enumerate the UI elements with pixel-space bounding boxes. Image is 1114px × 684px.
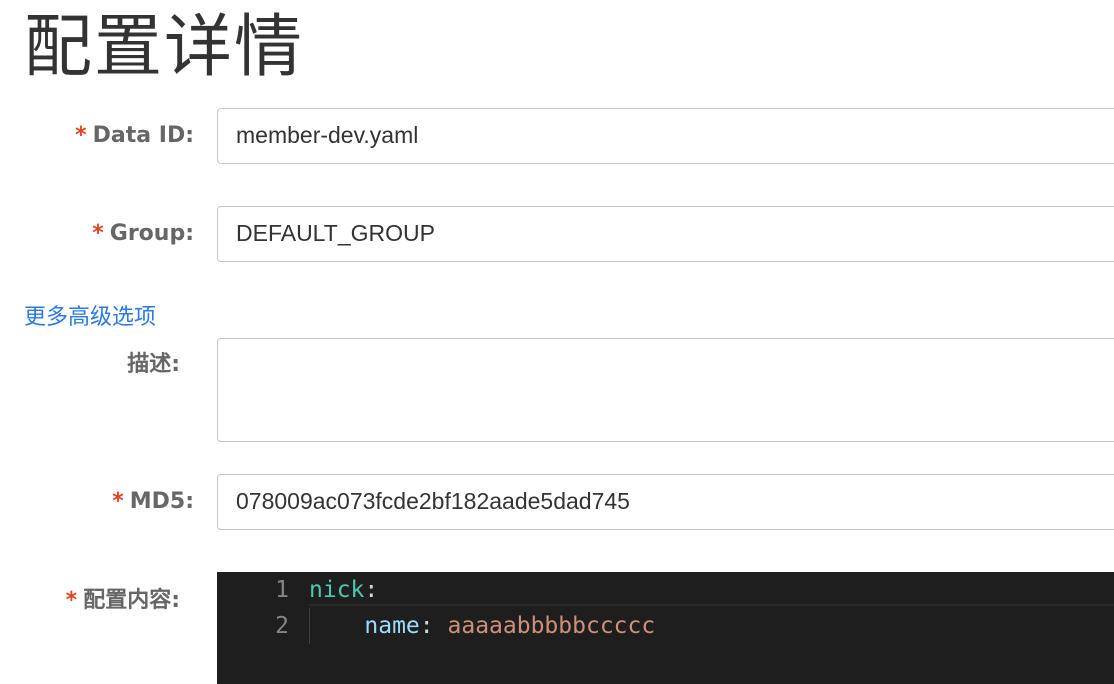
md5-value: 078009ac073fcde2bf182aade5dad745 bbox=[236, 488, 630, 514]
code-line[interactable]: name: aaaaabbbbbccccc bbox=[309, 608, 655, 644]
yaml-string-value: aaaaabbbbbccccc bbox=[447, 613, 656, 639]
current-line-highlight bbox=[309, 572, 1114, 606]
content-label: * 配置内容: bbox=[66, 586, 180, 616]
yaml-colon: : bbox=[364, 577, 379, 603]
yaml-key: nick bbox=[309, 577, 365, 603]
code-line[interactable]: nick: bbox=[309, 572, 378, 608]
group-field[interactable]: DEFAULT_GROUP bbox=[217, 206, 1114, 262]
group-label: * Group: bbox=[92, 219, 194, 249]
line-number: 2 bbox=[275, 613, 289, 639]
yaml-colon: : bbox=[419, 613, 434, 639]
data-id-value: member-dev.yaml bbox=[236, 122, 419, 148]
required-mark: * bbox=[92, 221, 104, 246]
group-row: * Group: DEFAULT_GROUP bbox=[0, 206, 1114, 262]
description-textarea[interactable] bbox=[217, 338, 1114, 442]
md5-label-text: MD5: bbox=[129, 489, 194, 514]
md5-field[interactable]: 078009ac073fcde2bf182aade5dad745 bbox=[217, 474, 1114, 530]
group-value: DEFAULT_GROUP bbox=[236, 220, 435, 246]
more-advanced-options-link[interactable]: 更多高级选项 bbox=[24, 302, 156, 334]
content-label-text: 配置内容: bbox=[83, 588, 180, 613]
group-label-text: Group: bbox=[109, 221, 194, 246]
md5-label: * MD5: bbox=[112, 487, 194, 517]
required-mark: * bbox=[75, 123, 87, 148]
data-id-label: * Data ID: bbox=[75, 121, 194, 151]
required-mark: * bbox=[65, 588, 78, 613]
md5-row: * MD5: 078009ac073fcde2bf182aade5dad745 bbox=[0, 474, 1114, 530]
config-content-editor[interactable]: 1 nick: 2 name: aaaaabbbbbccccc bbox=[217, 572, 1114, 684]
page-title: 配置详情 bbox=[24, 8, 305, 87]
description-label: 描述: bbox=[127, 352, 180, 377]
yaml-indent bbox=[309, 613, 364, 639]
description-row: 描述: bbox=[0, 338, 1114, 442]
config-detail-page: 配置详情 * Data ID: member-dev.yaml * Group: D… bbox=[0, 0, 1114, 684]
line-number: 1 bbox=[275, 577, 289, 603]
data-id-label-text: Data ID: bbox=[92, 123, 194, 148]
required-mark: * bbox=[112, 489, 124, 514]
data-id-field[interactable]: member-dev.yaml bbox=[217, 108, 1114, 164]
data-id-row: * Data ID: member-dev.yaml bbox=[0, 108, 1114, 164]
yaml-key: name bbox=[364, 613, 420, 639]
